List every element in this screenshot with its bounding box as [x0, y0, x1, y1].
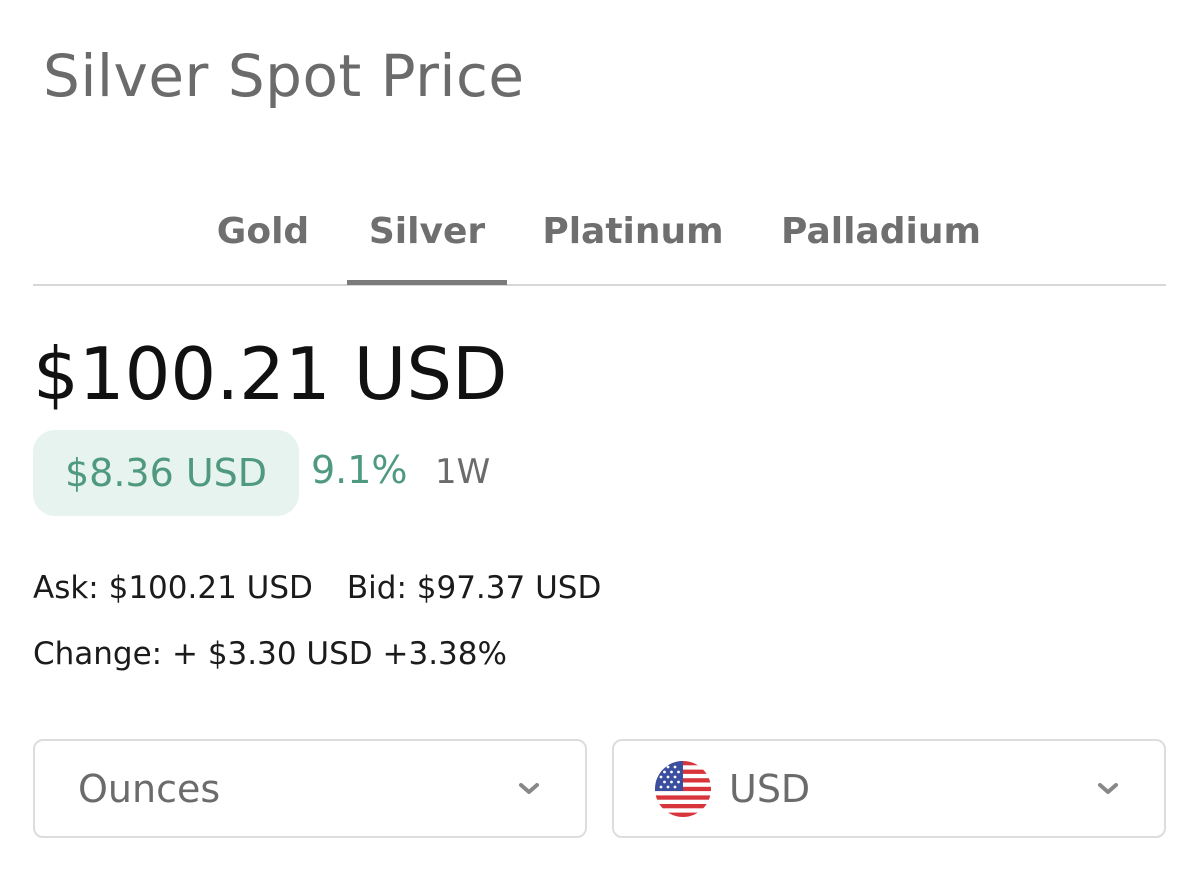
- spot-price: $100.21 USD: [33, 332, 508, 416]
- units-select[interactable]: Ounces: [33, 739, 587, 838]
- change-percent: 9.1%: [311, 448, 408, 492]
- page-title: Silver Spot Price: [43, 42, 525, 110]
- chevron-down-icon: [1098, 782, 1118, 794]
- tab-platinum[interactable]: Platinum: [541, 180, 725, 282]
- daily-change: Change: + $3.30 USD +3.38%: [33, 636, 507, 672]
- us-flag-icon: [655, 760, 711, 817]
- tab-palladium[interactable]: Palladium: [781, 180, 981, 282]
- units-select-value: Ounces: [78, 766, 221, 811]
- change-badge: $8.36 USD: [33, 430, 299, 516]
- currency-select[interactable]: USD: [612, 739, 1166, 838]
- tab-gold[interactable]: Gold: [213, 180, 313, 282]
- tab-silver[interactable]: Silver: [347, 180, 507, 285]
- ask-bid-row: Ask: $100.21 USD Bid: $97.37 USD: [33, 570, 601, 606]
- change-amount: $8.36 USD: [64, 451, 268, 495]
- period-label: 1W: [435, 452, 491, 492]
- bid-price: Bid: $97.37 USD: [346, 570, 602, 606]
- currency-select-value: USD: [729, 766, 811, 811]
- ask-price: Ask: $100.21 USD: [33, 570, 313, 606]
- chevron-down-icon: [519, 782, 539, 794]
- metal-tabs: Gold Silver Platinum Palladium: [33, 180, 1166, 286]
